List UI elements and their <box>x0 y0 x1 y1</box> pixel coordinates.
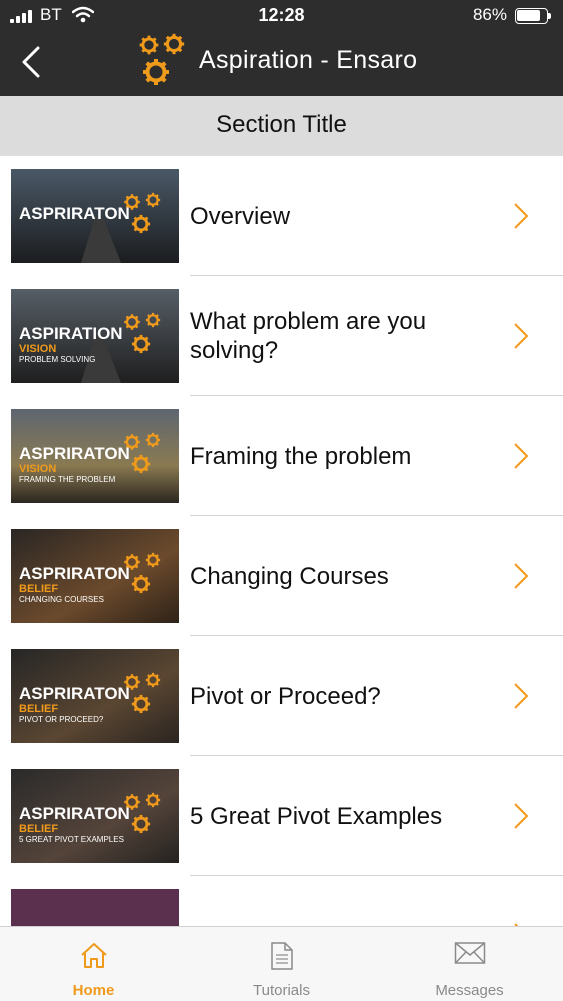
tab-label: Messages <box>435 982 504 999</box>
svg-text:ASPRIRATON: ASPRIRATON <box>19 444 130 463</box>
svg-text:ASPIRATION: ASPIRATION <box>19 324 123 343</box>
mail-icon <box>454 942 485 964</box>
lesson-list: ASPRIRATON Overview ASPIRATION VISION PR… <box>0 156 563 926</box>
tab-tutorials[interactable]: Tutorials <box>188 927 375 1001</box>
battery-percent: 86% <box>472 5 507 24</box>
svg-text:ASPRIRATON: ASPRIRATON <box>19 804 130 823</box>
lesson-thumbnail: ASPRIRATON BELIEF CHANGING COURSES <box>11 529 179 623</box>
svg-text:VISION: VISION <box>19 343 56 355</box>
svg-text:BELIEF: BELIEF <box>19 823 58 835</box>
list-item[interactable] <box>0 876 563 926</box>
lesson-thumbnail: ASPRIRATON BELIEF PIVOT OR PROCEED? <box>11 649 179 743</box>
chevron-right-icon <box>514 443 529 469</box>
status-bar: BT 12:28 86% <box>0 0 563 32</box>
list-item[interactable]: ASPRIRATON BELIEF CHANGING COURSES Chang… <box>0 516 563 636</box>
lesson-thumbnail: ASPRIRATON BELIEF 5 GREAT PIVOT EXAMPLES <box>11 769 179 863</box>
svg-text:CHANGING COURSES: CHANGING COURSES <box>19 595 104 604</box>
battery-icon <box>515 8 551 24</box>
tab-label: Tutorials <box>253 982 310 999</box>
section-header: Section Title <box>0 96 563 156</box>
lesson-thumbnail <box>11 889 179 926</box>
chevron-right-icon <box>514 683 529 709</box>
svg-text:BELIEF: BELIEF <box>19 703 58 715</box>
lesson-title: 5 Great Pivot Examples <box>190 802 443 830</box>
nav-bar: Aspiration - Ensaro <box>0 32 563 96</box>
gears-logo-icon <box>138 32 186 87</box>
svg-text:ASPRIRATON: ASPRIRATON <box>19 684 130 703</box>
lesson-title: Framing the problem <box>190 442 412 470</box>
svg-text:FRAMING THE PROBLEM: FRAMING THE PROBLEM <box>19 475 116 484</box>
svg-text:PIVOT OR PROCEED?: PIVOT OR PROCEED? <box>19 715 104 724</box>
thumb-title: ASPRIRATON <box>19 204 130 223</box>
page-title: Aspiration - Ensaro <box>199 46 418 74</box>
svg-text:PROBLEM SOLVING: PROBLEM SOLVING <box>19 355 95 364</box>
top-bar: BT 12:28 86% Aspiration - Ensaro <box>0 0 563 96</box>
chevron-right-icon <box>514 563 529 589</box>
lesson-title: Pivot or Proceed? <box>190 682 381 710</box>
chevron-right-icon <box>514 203 529 229</box>
back-button[interactable] <box>14 42 54 86</box>
tab-bar: Home Tutorials Messages <box>0 926 563 1001</box>
list-item[interactable]: ASPRIRATON BELIEF 5 GREAT PIVOT EXAMPLES… <box>0 756 563 876</box>
lesson-title: Changing Courses <box>190 562 389 590</box>
tab-messages[interactable]: Messages <box>376 927 563 1001</box>
svg-text:BELIEF: BELIEF <box>19 583 58 595</box>
lesson-thumbnail: ASPIRATION VISION PROBLEM SOLVING <box>11 289 179 383</box>
chevron-right-icon <box>514 803 529 829</box>
document-icon <box>270 942 293 970</box>
list-item[interactable]: ASPRIRATON VISION FRAMING THE PROBLEM Fr… <box>0 396 563 516</box>
lesson-title: What problem are you solving? <box>190 308 427 364</box>
lesson-thumbnail: ASPRIRATON <box>11 169 179 263</box>
lesson-thumbnail: ASPRIRATON VISION FRAMING THE PROBLEM <box>11 409 179 503</box>
svg-text:ASPRIRATON: ASPRIRATON <box>19 564 130 583</box>
home-icon <box>80 943 107 968</box>
chevron-left-icon <box>22 46 40 78</box>
tab-home[interactable]: Home <box>0 927 187 1001</box>
list-item[interactable]: ASPIRATION VISION PROBLEM SOLVING What p… <box>0 276 563 396</box>
list-item[interactable]: ASPRIRATON Overview <box>0 156 563 276</box>
section-title: Section Title <box>216 111 347 138</box>
tab-label: Home <box>72 982 115 999</box>
lesson-title: Overview <box>190 202 291 230</box>
svg-text:VISION: VISION <box>19 463 56 475</box>
list-item[interactable]: ASPRIRATON BELIEF PIVOT OR PROCEED? Pivo… <box>0 636 563 756</box>
svg-text:5 GREAT PIVOT EXAMPLES: 5 GREAT PIVOT EXAMPLES <box>19 835 124 844</box>
chevron-right-icon <box>514 323 529 349</box>
